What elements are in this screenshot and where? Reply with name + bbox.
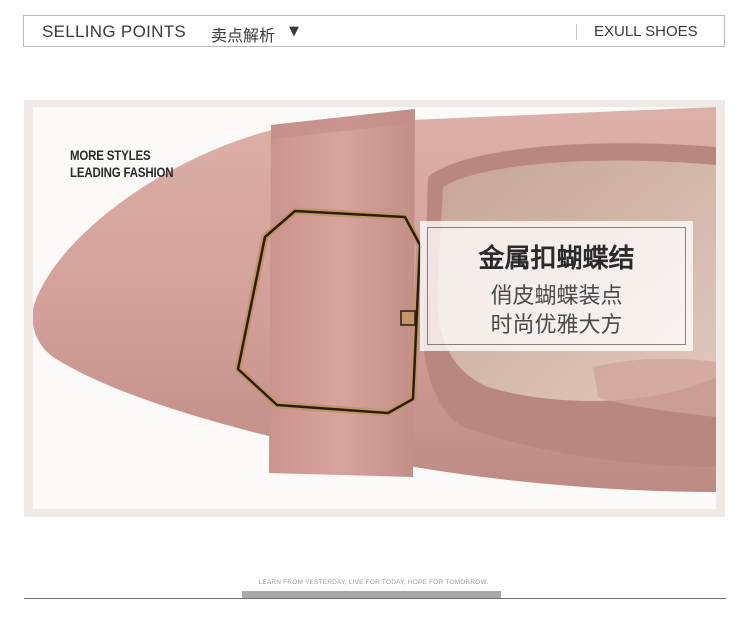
triangle-down-icon: ▼ (289, 24, 299, 39)
header-divider (576, 24, 577, 40)
section-title: SELLING POINTS (42, 22, 187, 41)
section-header: SELLING POINTS 卖点解析 ▼ EXULL SHOES (23, 15, 725, 47)
product-photo: MORE STYLES LEADING FASHION 金属扣蝴蝶结 俏皮蝴蝶装… (33, 107, 716, 509)
feature-title: 金属扣蝴蝶结 (478, 244, 635, 274)
slogan-line-1: MORE STYLES (70, 147, 151, 163)
feature-description-2: 时尚优雅大方 (490, 313, 623, 338)
footer-tagline: LEARN FROM YESTERDAY, LIVE FOR TODAY, HO… (258, 579, 489, 586)
feature-callout: 金属扣蝴蝶结 俏皮蝴蝶装点 时尚优雅大方 (420, 221, 693, 351)
shoe-strap (269, 109, 415, 477)
footer-divider (24, 598, 726, 599)
section-title-cn: 卖点解析 (211, 26, 276, 45)
page: SELLING POINTS 卖点解析 ▼ EXULL SHOES MORE S… (0, 0, 750, 631)
slogan-line-2: LEADING FASHION (70, 164, 174, 180)
feature-description-1: 俏皮蝴蝶装点 (490, 284, 623, 309)
slogan: MORE STYLES LEADING FASHION (70, 147, 174, 181)
footer-accent-bar (242, 591, 501, 598)
product-photo-frame: MORE STYLES LEADING FASHION 金属扣蝴蝶结 俏皮蝴蝶装… (24, 100, 725, 517)
brand-name: EXULL SHOES (594, 23, 698, 40)
